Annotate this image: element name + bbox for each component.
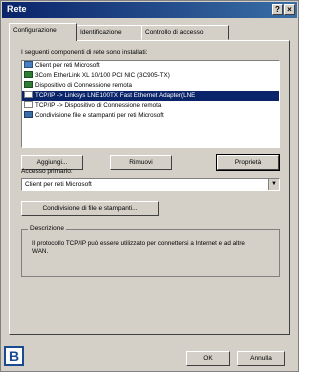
description-legend: Descrizione: [28, 225, 66, 232]
client-icon: [24, 61, 33, 68]
primary-logon-label: Accesso primario:: [21, 168, 73, 175]
protocol-icon: [24, 101, 33, 108]
file-printer-sharing-button[interactable]: Condivisione di file e stampanti...: [21, 201, 159, 216]
close-button[interactable]: ×: [284, 4, 295, 15]
description-text: Il protocollo TCP/IP può essere utilizza…: [32, 240, 245, 255]
cancel-button[interactable]: Annulla: [237, 351, 285, 366]
title-bar[interactable]: Rete ? ×: [2, 2, 297, 18]
components-label: I seguenti componenti di rete sono insta…: [21, 49, 148, 56]
service-icon: [24, 111, 33, 118]
primary-logon-select[interactable]: Client per reti Microsoft ▼: [21, 178, 280, 191]
network-dialog: Rete ? × Configurazione Identificazione …: [0, 0, 299, 372]
network-adapter-icon: [24, 81, 33, 88]
ok-button[interactable]: OK: [186, 351, 230, 366]
list-item[interactable]: TCP/IP -> Dispositivo di Connessione rem…: [22, 101, 279, 111]
window-title: Rete: [7, 4, 27, 14]
properties-button[interactable]: Proprietà: [216, 154, 280, 171]
tab-configurazione[interactable]: Configurazione: [9, 23, 77, 41]
configuration-panel: I seguenti componenti di rete sono insta…: [9, 40, 290, 335]
tab-identificazione[interactable]: Identificazione: [76, 25, 142, 40]
list-item[interactable]: 3Com EtherLink XL 10/100 PCI NIC (3C905-…: [22, 71, 279, 81]
list-item[interactable]: Client per reti Microsoft: [22, 61, 279, 71]
chevron-down-icon[interactable]: ▼: [268, 179, 279, 190]
protocol-icon: [24, 91, 33, 98]
list-item[interactable]: Condivisione file e stampanti per reti M…: [22, 111, 279, 121]
remove-button[interactable]: Rimuovi: [110, 155, 172, 170]
network-adapter-icon: [24, 71, 33, 78]
components-list[interactable]: Client per reti Microsoft 3Com EtherLink…: [21, 60, 280, 148]
help-button[interactable]: ?: [272, 4, 283, 15]
figure-badge: B: [4, 346, 24, 366]
tab-controllo-accesso[interactable]: Controllo di accesso: [141, 25, 229, 40]
description-group: Descrizione Il protocollo TCP/IP può ess…: [21, 225, 280, 277]
list-item[interactable]: Dispositivo di Connessione remota: [22, 81, 279, 91]
list-item[interactable]: TCP/IP -> Linksys LNE100TX Fast Ethernet…: [22, 91, 279, 101]
